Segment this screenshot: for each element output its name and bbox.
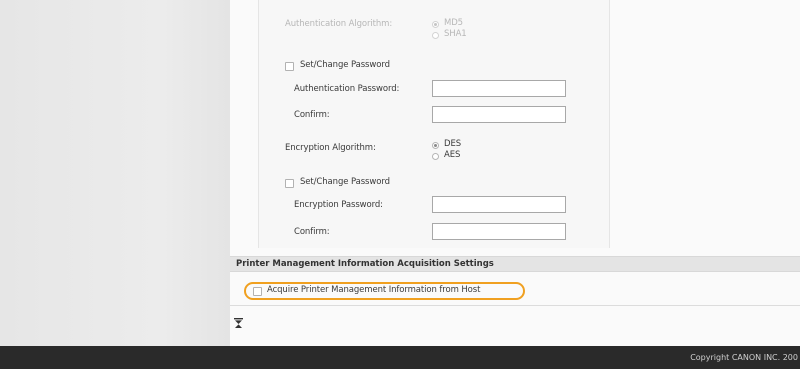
auth-set-change-password-checkbox[interactable] (285, 62, 294, 71)
left-gutter (0, 0, 230, 346)
auth-sha1-label: SHA1 (444, 29, 467, 39)
auth-confirm-label: Confirm: (294, 110, 330, 120)
auth-md5-label: MD5 (444, 18, 463, 28)
encryption-password-input[interactable] (432, 196, 566, 213)
encryption-aes-label: AES (444, 150, 461, 160)
back-to-top-icon[interactable] (234, 318, 243, 328)
encryption-set-change-password-checkbox[interactable] (285, 179, 294, 188)
encryption-confirm-input[interactable] (432, 223, 566, 240)
auth-set-change-password-label: Set/Change Password (300, 60, 390, 70)
encryption-confirm-label: Confirm: (294, 227, 330, 237)
auth-confirm-input[interactable] (432, 106, 566, 123)
highlight-ring (244, 282, 525, 300)
auth-password-input[interactable] (432, 80, 566, 97)
auth-algorithm-label: Authentication Algorithm: (285, 19, 393, 29)
encryption-password-label: Encryption Password: (294, 200, 383, 210)
auth-password-label: Authentication Password: (294, 84, 400, 94)
encryption-set-change-password-label: Set/Change Password (300, 177, 390, 187)
divider (230, 305, 800, 306)
auth-sha1-radio[interactable] (432, 32, 439, 39)
encryption-des-label: DES (444, 139, 462, 149)
copyright-text: Copyright CANON INC. 200 (690, 353, 798, 362)
footer (0, 346, 800, 369)
auth-md5-radio[interactable] (432, 21, 439, 28)
encryption-aes-radio[interactable] (432, 153, 439, 160)
printer-management-section-title: Printer Management Information Acquisiti… (236, 259, 494, 269)
encryption-algorithm-label: Encryption Algorithm: (285, 143, 376, 153)
encryption-des-radio[interactable] (432, 142, 439, 149)
